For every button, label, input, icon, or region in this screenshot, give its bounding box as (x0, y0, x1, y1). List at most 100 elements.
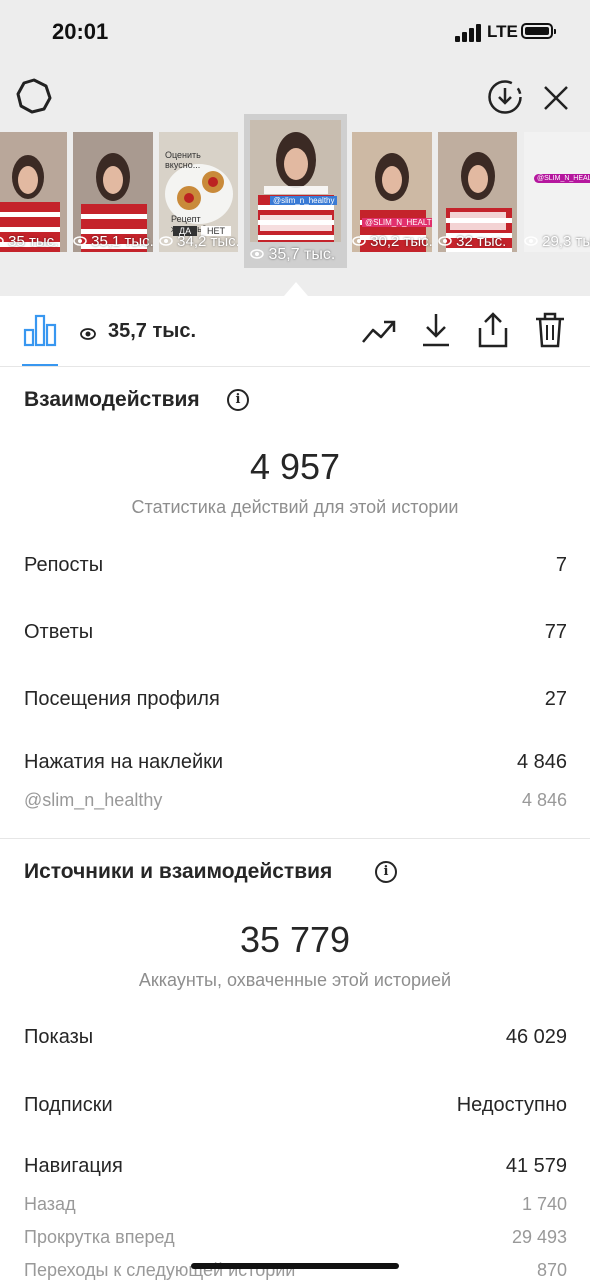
story-thumbnail[interactable]: 32 тыс. (438, 132, 517, 252)
stat-value: 41 579 (505, 1155, 567, 1177)
story-views-label: 29,3 тыс. (524, 233, 590, 250)
story-views-label: 35,1 тыс. (73, 233, 153, 250)
download-button[interactable] (418, 310, 454, 350)
story-thumbnail-selected[interactable]: @slim_n_healthy 35,7 тыс. (244, 114, 347, 268)
story-thumbnail[interactable]: 35 тыс. (0, 132, 67, 252)
story-views-value: 35,1 тыс. (91, 233, 153, 250)
interactions-subtitle: Статистика действий для этой истории (131, 497, 459, 517)
story-views-value: 29,3 тыс. (542, 233, 590, 250)
story-thumbnail-image: @slim_n_healthy (250, 120, 341, 242)
stat-label: Прокрутка вперед (24, 1227, 175, 1247)
active-tab-indicator (22, 364, 58, 366)
stat-row-forward: Прокрутка вперед 29 493 (24, 1227, 567, 1248)
story-thumbnails-strip[interactable]: 35 тыс. 35,1 тыс. Оценить вкусно... Реце… (0, 114, 590, 270)
eye-icon (524, 236, 538, 246)
story-views-label: 35,7 тыс. (250, 246, 335, 264)
stat-row-back: Назад 1 740 (24, 1194, 567, 1215)
download-circle-icon (488, 80, 522, 114)
trash-icon (536, 312, 564, 348)
stat-row-impressions: Показы 46 029 (24, 1026, 567, 1049)
download-icon (423, 314, 449, 347)
eye-icon (0, 236, 4, 246)
status-time: 20:01 (52, 19, 109, 44)
story-views-value: 34,2 тыс. (177, 233, 238, 250)
stat-row-profile-visits: Посещения профиля 27 (24, 688, 567, 711)
stat-row-follows: Подписки Недоступно (24, 1094, 567, 1117)
story-sticker: @SLIM_N_HEALTHY (534, 174, 590, 183)
eye-icon (80, 327, 96, 345)
stat-value: 4 846 (521, 790, 567, 810)
stat-value: Недоступно (456, 1094, 567, 1116)
eye-icon (438, 236, 452, 246)
promote-button[interactable] (360, 313, 398, 349)
eye-icon (250, 249, 264, 259)
bar-chart-icon (23, 314, 57, 347)
story-sticker: @slim_n_healthy (270, 196, 338, 205)
signal-icon (455, 24, 483, 42)
settings-button[interactable] (14, 76, 54, 116)
stat-row-replies: Ответы 77 (24, 621, 567, 644)
stat-row-sticker-taps: Нажатия на наклейки 4 846 (24, 751, 567, 774)
stat-value: 7 (555, 554, 567, 576)
close-button[interactable] (538, 80, 574, 116)
gear-icon (16, 78, 52, 114)
stat-value: 46 029 (505, 1026, 567, 1048)
story-thumbnail[interactable]: 35,1 тыс. (73, 132, 153, 252)
download-all-button[interactable] (485, 77, 525, 117)
stat-value: 870 (536, 1260, 567, 1280)
trending-icon (362, 320, 396, 343)
story-thumbnail[interactable]: @SLIM_N_HEALTHY 29,3 тыс. (524, 132, 590, 252)
eye-icon (352, 236, 366, 246)
stat-value: 1 740 (521, 1194, 567, 1214)
battery-icon (521, 23, 556, 39)
stat-label: Показы (24, 1026, 94, 1048)
status-bar: 20:01 LTE (0, 0, 590, 64)
info-icon[interactable]: i (375, 861, 397, 883)
discovery-title: Источники и взаимодействия (24, 860, 333, 883)
story-views-value: 32 тыс. (456, 233, 507, 250)
story-overlay-title: Оценить вкусно... (165, 150, 201, 170)
info-icon[interactable]: i (227, 389, 249, 411)
insights-tab[interactable] (22, 311, 58, 349)
story-views-value: 30,2 тыс. (370, 233, 432, 250)
stat-label: Ответы (24, 621, 94, 643)
story-header-area: 20:01 LTE 35 тыс. 35,1 тыс. Оценить вкус… (0, 0, 590, 296)
stat-row-sticker-detail: @slim_n_healthy 4 846 (24, 790, 567, 811)
stat-row-reposts: Репосты 7 (24, 554, 567, 577)
home-indicator (191, 1263, 399, 1269)
story-views-label: 30,2 тыс. (352, 233, 432, 250)
stat-label: Подписки (24, 1094, 113, 1116)
stat-label: Навигация (24, 1155, 123, 1177)
story-thumbnail[interactable]: Оценить вкусно... Рецепт хочешь? ДА НЕТ … (159, 132, 238, 252)
stat-value: 4 846 (516, 751, 567, 773)
story-views-label: 32 тыс. (438, 233, 506, 250)
story-views-value: 35,7 тыс. (268, 246, 336, 263)
stat-label: Нажатия на наклейки (24, 751, 224, 773)
stat-label: @slim_n_healthy (24, 790, 163, 810)
section-divider (0, 838, 590, 839)
total-views: 35,7 тыс. (108, 320, 197, 342)
stat-value: 27 (544, 688, 567, 710)
delete-button[interactable] (532, 310, 568, 350)
discovery-total: 35 779 (239, 919, 351, 960)
stat-label: Назад (24, 1194, 76, 1214)
share-button[interactable] (475, 310, 511, 350)
stat-label: Посещения профиля (24, 688, 220, 710)
stat-value: 29 493 (511, 1227, 567, 1247)
network-label: LTE (487, 22, 518, 41)
story-views-label: 34,2 тыс. (159, 233, 238, 250)
stat-value: 77 (544, 621, 567, 643)
eye-icon (159, 236, 173, 246)
story-views-label: 35 тыс. (0, 233, 58, 250)
story-views-value: 35 тыс. (8, 233, 59, 250)
discovery-subtitle: Аккаунты, охваченные этой историей (138, 970, 452, 990)
interactions-total: 4 957 (249, 446, 341, 487)
stat-row-navigation: Навигация 41 579 (24, 1155, 567, 1178)
story-sticker: @SLIM_N_HEALTHY (362, 218, 432, 227)
story-thumbnail[interactable]: @SLIM_N_HEALTHY 30,2 тыс. (352, 132, 432, 252)
close-icon (544, 86, 568, 110)
stat-label: Репосты (24, 554, 104, 576)
selected-story-pointer (284, 282, 308, 296)
interactions-title: Взаимодействия (24, 388, 200, 411)
eye-icon (73, 236, 87, 246)
